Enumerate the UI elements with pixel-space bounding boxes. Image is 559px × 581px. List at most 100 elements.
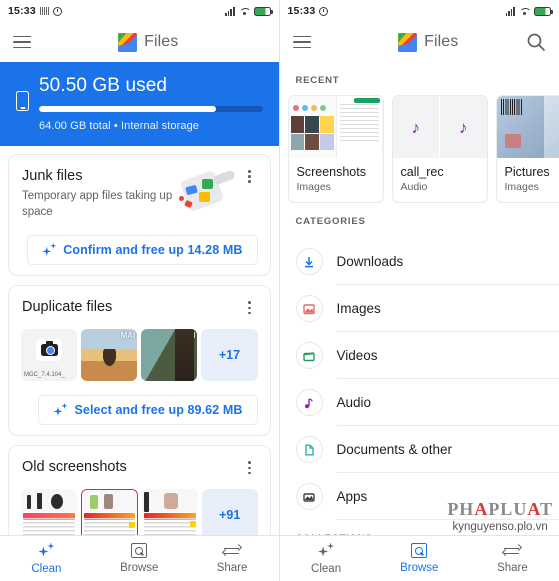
recent-card-meta: call_rec Audio [393,158,487,202]
category-label: Audio [336,394,372,410]
recent-card-type: Audio [400,181,428,193]
junk-files-kebab-menu-icon[interactable] [243,168,257,186]
category-row-downloads[interactable]: Downloads [280,238,559,285]
thumbnail-screenshot[interactable] [142,488,198,541]
category-label: Images [336,300,381,316]
thumbnail-screenshot[interactable] [21,488,77,541]
app-bar-right: Files [279,22,559,62]
video-clapper-icon [295,342,323,369]
category-row-documents[interactable]: Documents & other [280,426,559,473]
categories-list: Downloads Images Videos Audio Documents … [280,238,559,520]
category-row-images[interactable]: Images [280,285,559,332]
duplicate-files-header: Duplicate files [9,299,270,319]
alarm-icon [52,6,62,16]
category-row-apps[interactable]: Apps [280,473,559,520]
sparkle-icon [317,542,335,559]
nav-tab-browse-label: Browse [120,562,159,574]
phone-icon [16,91,29,111]
category-label: Apps [336,488,368,504]
nav-tab-share-label: Share [497,561,528,574]
recent-card-screenshots[interactable]: Screenshots Images [287,95,384,203]
dustpan-junk-icon [178,169,236,219]
alarm-icon [319,6,329,16]
browse-folder-search-icon [411,543,428,558]
confirm-and-free-up-button[interactable]: Confirm and free up 14.28 MB [27,234,258,265]
thumbnail-camera-file[interactable]: MGC_7.4.104_ [21,328,78,381]
recent-card-pictures[interactable]: Pictures Images [495,95,559,203]
old-screenshots-text: Old screenshots [22,459,241,479]
sparkle-icon [37,542,55,559]
select-and-free-up-button[interactable]: Select and free up 89.62 MB [38,394,258,425]
wifi-icon [519,7,530,16]
status-bar-right-group [225,6,273,16]
signal-icon [505,6,515,16]
category-row-audio[interactable]: Audio [280,379,559,426]
thumbnail-filename: MGC_7.4.104_ [24,371,65,378]
audio-note-icon [295,389,323,416]
sim-card-icon [39,7,49,15]
bottom-navigation-right: Clean Browse Share [279,535,559,581]
duplicate-files-title: Duplicate files [22,298,113,315]
clean-cards-list: Junk files Temporary app files taking up… [0,145,279,552]
category-label: Videos [336,347,378,363]
audio-note-preview: ♪ ♪ [392,96,487,158]
thumbnail-more-count[interactable]: +17 [201,328,258,381]
bottom-navigation-left: Clean Browse Share [0,535,279,581]
recent-card-name: Screenshots [296,165,366,179]
more-count-label: +91 [219,507,241,522]
old-screenshots-title: Old screenshots [22,458,127,475]
thumbnail-screenshot[interactable] [80,488,139,541]
status-bar-left-group: 15:33 [288,5,329,17]
screenshots-preview [288,96,383,158]
section-label-categories: CATEGORIES [295,216,366,227]
confirm-and-free-up-label: Confirm and free up 14.28 MB [63,242,243,257]
old-screenshots-kebab-menu-icon[interactable] [243,459,257,477]
battery-icon [253,6,273,16]
thumbnail-more-count[interactable]: +91 [201,488,258,541]
junk-files-card[interactable]: Junk files Temporary app files taking up… [8,153,271,276]
junk-files-action-row: Confirm and free up 14.28 MB [9,234,270,265]
search-icon[interactable] [526,32,546,52]
nav-tab-clean[interactable]: Clean [280,542,373,575]
recent-card-name: Pictures [504,165,550,179]
duplicate-files-card[interactable]: Duplicate files MGC_7.4.104_ MAI MAI +17… [8,284,271,436]
thumbnail-photo[interactable]: MAI [141,328,198,381]
nav-tab-browse[interactable]: Browse [93,543,186,574]
app-brand: Files [118,32,178,52]
right-phone-screen: 15:33 Files RECENT Screenshots Images ♪ … [279,0,559,581]
pictures-preview [496,96,559,158]
files-app-logo-icon [398,32,418,52]
nav-tab-browse[interactable]: Browse [373,543,466,574]
nav-tab-clean-label: Clean [311,562,342,575]
battery-icon [534,6,553,16]
app-bar-left: Files [0,22,279,62]
category-row-videos[interactable]: Videos [280,332,559,379]
hamburger-menu-icon[interactable] [13,35,31,49]
duplicate-files-kebab-menu-icon[interactable] [243,299,257,317]
nav-tab-share-label: Share [216,561,248,574]
document-icon [295,436,323,463]
storage-progress-bar [39,106,263,112]
recent-card-call-rec[interactable]: ♪ ♪ call_rec Audio [391,95,488,203]
browse-content: RECENT Screenshots Images ♪ ♪ call_rec A… [280,62,559,581]
status-bar-left-group: 15:33 [8,5,62,17]
status-time: 15:33 [287,5,316,17]
camera-icon [36,338,63,361]
duplicate-files-action-row: Select and free up 89.62 MB [9,394,270,425]
download-icon [295,248,323,275]
thumbnail-photo[interactable]: MAI [81,328,138,381]
thumbnail-overlay-text: MAI [120,330,136,340]
recent-card-meta: Screenshots Images [289,158,383,202]
nav-tab-share[interactable]: Share [466,543,559,574]
app-title: Files [424,33,459,50]
category-label: Downloads [336,253,404,269]
sparkle-icon [42,242,57,257]
thumbnail-overlay-text: MAI [180,330,196,340]
apps-icon [295,483,323,510]
old-screenshots-thumbnails: +91 [9,479,270,541]
share-arrows-icon [222,543,243,558]
hamburger-menu-icon[interactable] [292,35,311,49]
nav-tab-share[interactable]: Share [186,543,279,574]
nav-tab-clean[interactable]: Clean [0,542,93,575]
storage-total-label: 64.00 GB total • Internal storage [39,119,200,132]
